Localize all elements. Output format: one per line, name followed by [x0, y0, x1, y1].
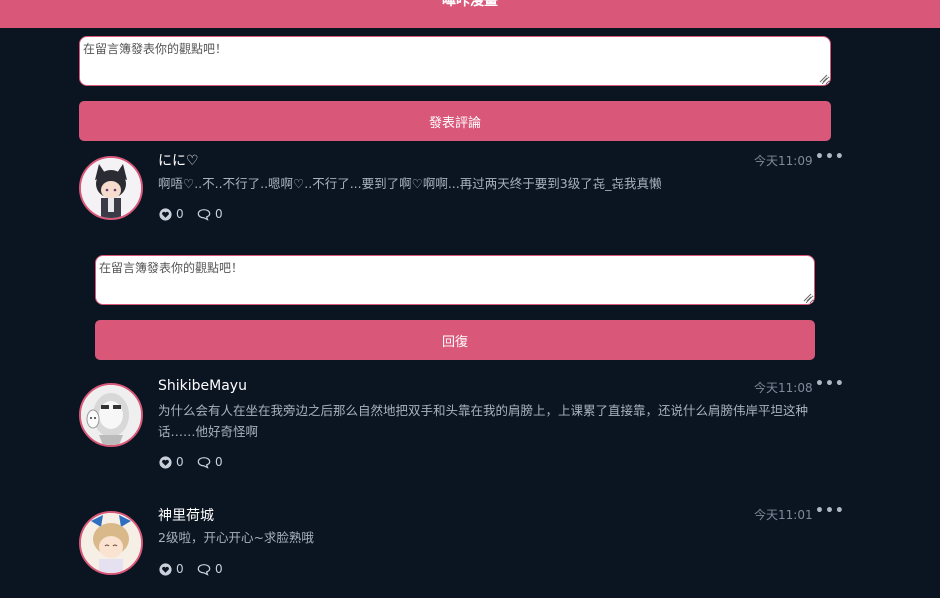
resize-grip-icon[interactable] [819, 74, 828, 83]
comment-time: 今天11:08 [754, 381, 813, 395]
comment-author[interactable]: にに♡ [158, 150, 199, 170]
avatar[interactable] [79, 511, 143, 575]
top-bar: 嗶咔漫畫 [0, 0, 940, 28]
resize-grip-icon[interactable] [803, 293, 812, 302]
reply-count-value: 0 [215, 455, 223, 469]
like-count[interactable]: 0 [159, 455, 184, 469]
comment-author[interactable]: 神里荷城 [158, 505, 214, 525]
reply-button[interactable]: 回復 [95, 320, 815, 360]
comment-content: 为什么会有人在坐在我旁边之后那么自然地把双手和头靠在我的肩膀上，上课累了直接靠，… [158, 400, 828, 442]
like-count[interactable]: 0 [159, 562, 184, 576]
comment-bubble-icon[interactable] [197, 456, 211, 469]
heart-icon[interactable] [159, 207, 172, 221]
reply-input[interactable] [95, 255, 815, 305]
avatar[interactable] [79, 156, 143, 220]
more-dots-icon[interactable]: ••• [815, 503, 845, 519]
comment-time: 今天11:09 [754, 154, 813, 168]
reply-count[interactable]: 0 [197, 455, 223, 469]
reply-count[interactable]: 0 [197, 207, 223, 221]
comment-input[interactable] [79, 36, 831, 86]
more-dots-icon[interactable]: ••• [815, 149, 845, 165]
comment-time: 今天11:01 [754, 508, 813, 522]
reply-count[interactable]: 0 [197, 562, 223, 576]
like-count-value: 0 [176, 455, 184, 469]
comment-author[interactable]: ShikibeMayu [158, 378, 247, 394]
reply-count-value: 0 [215, 207, 223, 221]
post-comment-button[interactable]: 發表評論 [79, 101, 831, 141]
heart-icon[interactable] [159, 455, 172, 469]
like-count[interactable]: 0 [159, 207, 184, 221]
comment-content-line: 为什么会有人在坐在我旁边之后那么自然地把双手和头靠在我的肩膀上，上课累了直接靠，… [158, 403, 809, 418]
reply-count-value: 0 [215, 562, 223, 576]
comment-bubble-icon[interactable] [197, 563, 211, 576]
like-count-value: 0 [176, 562, 184, 576]
more-dots-icon[interactable]: ••• [815, 376, 845, 392]
comment-content: 啊唔♡..不..不行了..嗯啊♡..不行了...要到了啊♡啊啊...再过两天终于… [158, 176, 662, 191]
avatar[interactable] [79, 383, 143, 447]
page-title: 嗶咔漫畫 [442, 0, 498, 9]
heart-icon[interactable] [159, 562, 172, 576]
like-count-value: 0 [176, 207, 184, 221]
comment-content-line: 话……他好奇怪啊 [158, 424, 259, 439]
comment-content: 2级啦，开心开心~求脸熟哦 [158, 530, 314, 545]
comment-bubble-icon[interactable] [197, 208, 211, 221]
